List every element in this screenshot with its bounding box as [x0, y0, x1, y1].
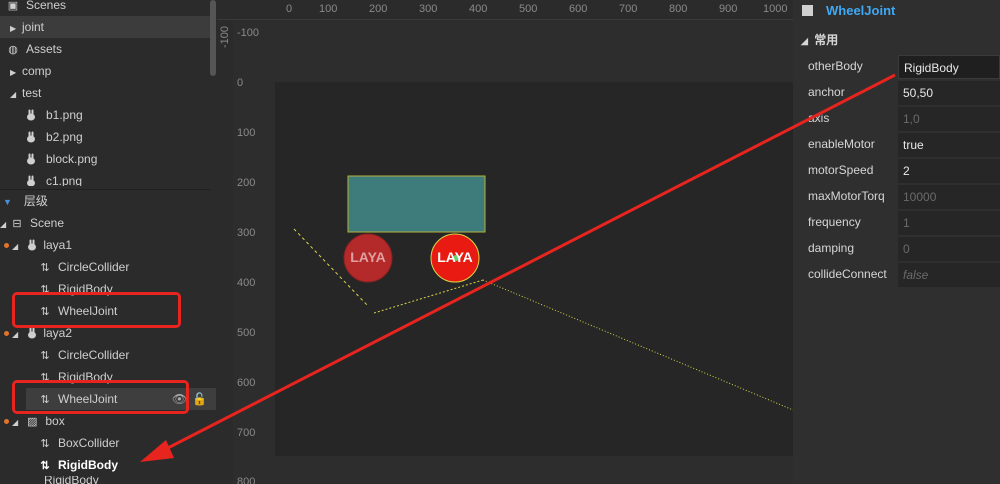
lock-icon[interactable]: 🔓 [192, 388, 207, 410]
folder-comp[interactable]: ▶ comp [0, 60, 210, 82]
image-file-icon [27, 131, 35, 143]
vertical-ruler: -100 [217, 20, 233, 484]
collapse-arrow-icon[interactable]: ◢ [0, 214, 8, 236]
damping-field[interactable]: 0 [898, 237, 1000, 261]
otherbody-field[interactable]: RigidBody [898, 55, 1000, 79]
component-item-cut[interactable]: RigidBody [0, 476, 210, 484]
collideconnect-field[interactable]: false [898, 263, 1000, 287]
section-common[interactable]: ◢ 常用 [801, 31, 838, 48]
ruler-tick: 1000 [763, 3, 788, 15]
image-icon: ▨ [27, 416, 38, 428]
sprite-icon [28, 327, 37, 339]
component-item[interactable]: ⇅ CircleCollider [0, 344, 210, 366]
assets-header[interactable]: ◍ Assets [0, 38, 210, 60]
component-item[interactable]: ⇅ BoxCollider [0, 432, 210, 454]
ruler-tick: 600 [569, 3, 588, 15]
component-title: WheelJoint [826, 3, 896, 18]
prop-label: axis [808, 111, 830, 125]
expand-arrow-icon[interactable]: ▶ [10, 62, 18, 84]
asset-file[interactable]: block.png [0, 148, 210, 170]
prop-label: frequency [808, 215, 861, 229]
enablemotor-field[interactable]: true [898, 133, 1000, 157]
ruler-tick: 300 [419, 3, 438, 15]
ruler-tick: 400 [469, 3, 488, 15]
component-icon: ⇅ [40, 350, 50, 362]
globe-icon: ◍ [8, 44, 18, 56]
ruler-tick: 900 [719, 3, 738, 15]
hierarchy-header[interactable]: ▼ 层级 [0, 189, 210, 211]
prop-label: motorSpeed [808, 163, 874, 177]
modified-dot [4, 331, 9, 336]
frequency-field[interactable]: 1 [898, 211, 1000, 235]
expand-arrow-icon[interactable]: ▶ [10, 18, 18, 40]
ruler-tick: 500 [519, 3, 538, 15]
collapse-arrow-icon[interactable]: ◢ [801, 36, 808, 46]
ruler-tick: -100 [219, 26, 231, 49]
image-file-icon [27, 153, 35, 165]
asset-file[interactable]: b1.png [0, 104, 210, 126]
prop-label: otherBody [808, 59, 863, 73]
component-item[interactable]: ⇅ CircleCollider [0, 256, 210, 278]
node-laya1[interactable]: ◢ laya1 [0, 234, 210, 256]
laya-ide-window: ▣ Scenes ▶ joint ◍ Assets ▶ comp ◢ test b1.pn… [0, 0, 1000, 484]
component-icon: ⇅ [40, 438, 50, 450]
ruler-tick: 700 [619, 3, 638, 15]
box-sprite[interactable] [347, 175, 486, 233]
modified-dot [4, 419, 9, 424]
asset-file[interactable]: b2.png [0, 126, 210, 148]
scene-viewport[interactable]: -100 0 100 200 300 400 500 600 700 800 L… [233, 20, 793, 484]
collapse-arrow-icon[interactable]: ◢ [12, 236, 20, 258]
laya2-label: LAYA [437, 249, 473, 265]
collapse-arrow-icon[interactable]: ◢ [12, 412, 20, 434]
node-scene[interactable]: ◢ ⊟ Scene [0, 212, 210, 234]
prop-label: damping [808, 241, 855, 255]
ruler-tick: 800 [669, 3, 688, 15]
folder-test[interactable]: ◢ test [0, 82, 210, 104]
axis-field[interactable]: 1,0 [898, 107, 1000, 131]
scenes-header[interactable]: ▣ Scenes [0, 0, 210, 16]
inspector-panel: WheelJoint ◢ 常用 otherBody RigidBody anch… [793, 0, 1000, 484]
left-panel: ▣ Scenes ▶ joint ◍ Assets ▶ comp ◢ test b1.pn… [0, 0, 217, 484]
image-file-icon [27, 175, 35, 186]
ruler-tick: 0 [286, 3, 293, 15]
sprite-icon [28, 239, 37, 251]
anchor-field[interactable]: 50,50 [898, 81, 1000, 105]
scene-drawing [293, 175, 793, 411]
laya1-label: LAYA [350, 249, 386, 265]
asset-file[interactable]: c1.png [0, 170, 210, 186]
folder-icon: ▣ [7, 0, 19, 12]
motorspeed-field[interactable]: 2 [898, 159, 1000, 183]
ruler-tick: 200 [369, 3, 388, 15]
scene-item-joint[interactable]: ▶ joint [0, 16, 210, 38]
modified-dot [4, 243, 9, 248]
maxmotortorque-field[interactable]: 10000 [898, 185, 1000, 209]
component-icon: ⇅ [40, 460, 50, 472]
component-item-rigidbody-dragged[interactable]: ⇅ RigidBody [0, 454, 210, 476]
highlight-box [12, 292, 181, 328]
prop-label: anchor [808, 85, 845, 99]
joint-axis-line [373, 279, 484, 314]
component-icon [802, 5, 813, 16]
horizontal-ruler: 0 100 200 300 400 500 600 700 800 900 10… [217, 0, 793, 20]
prop-label: maxMotorTorq [808, 189, 885, 203]
collapse-arrow-icon[interactable]: ▼ [3, 197, 12, 207]
joint-axis-line [482, 279, 793, 411]
prop-label: enableMotor [808, 137, 875, 151]
component-icon: ⇅ [40, 262, 50, 274]
image-file-icon [27, 109, 35, 121]
highlight-box [12, 380, 189, 414]
collapse-arrow-icon[interactable]: ◢ [10, 84, 18, 106]
ruler-tick: 100 [319, 3, 338, 15]
prop-label: collideConnect [808, 267, 887, 281]
scene-icon: ⊟ [12, 218, 22, 230]
assets-scrollbar[interactable] [210, 0, 216, 76]
